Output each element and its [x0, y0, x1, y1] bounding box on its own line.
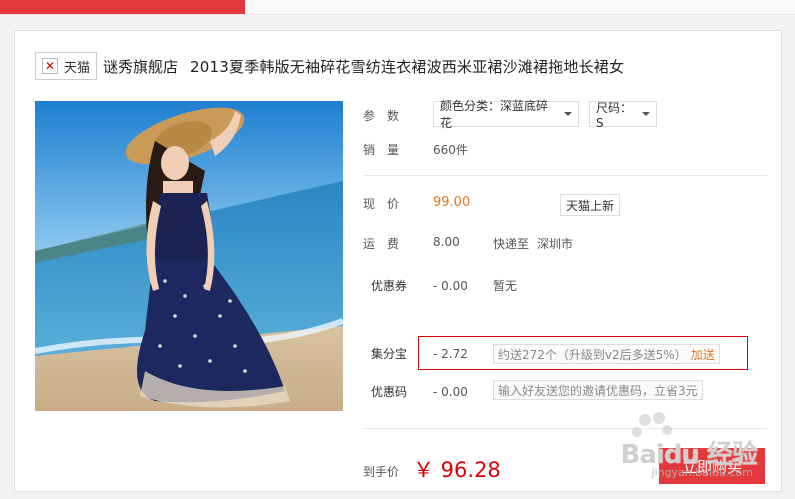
- points-note-box: 约送272个（升级到v2后多送5%） 加送: [493, 344, 720, 364]
- points-value: - 2.72: [433, 347, 468, 361]
- params-label: 参数: [363, 109, 412, 123]
- final-price-label: 到手价: [363, 465, 400, 479]
- divider: [363, 175, 767, 176]
- sales-label: 销量: [363, 143, 412, 157]
- chevron-down-icon: [564, 112, 572, 116]
- coupon-label: 优惠券: [371, 279, 408, 293]
- coupon-value: - 0.00: [433, 279, 468, 293]
- broken-image-icon: ✕: [42, 58, 58, 74]
- shipping-label: 运费: [363, 237, 412, 251]
- active-tab-indicator[interactable]: [0, 0, 245, 14]
- points-add-link[interactable]: 加送: [691, 346, 715, 363]
- shop-name[interactable]: 谜秀旗舰店: [103, 56, 178, 77]
- product-photo[interactable]: [35, 101, 343, 411]
- tmall-label: 天猫: [64, 60, 91, 76]
- color-select-value: 颜色分类：深蓝底碎花: [440, 99, 549, 130]
- coupon-note: 暂无: [493, 279, 518, 293]
- chevron-down-icon: [642, 112, 650, 116]
- color-select[interactable]: 颜色分类：深蓝底碎花: [433, 99, 579, 130]
- shipping-dest-value[interactable]: 深圳市: [537, 235, 573, 252]
- promo-code-value: - 0.00: [433, 385, 468, 399]
- size-select[interactable]: 尺码：S: [589, 100, 657, 130]
- sales-value: 660件: [433, 143, 468, 157]
- current-price: 99.00: [433, 195, 471, 210]
- promo-code-hint: 输入好友送您的邀请优惠码，立省3元: [498, 383, 698, 398]
- promo-code-label: 优惠码: [371, 385, 408, 399]
- promo-code-input[interactable]: 输入好友送您的邀请优惠码，立省3元: [493, 380, 703, 400]
- new-arrival-tag: 天猫上新: [560, 194, 621, 216]
- price-label: 现价: [363, 197, 412, 211]
- final-price: ￥ 96.28: [413, 458, 501, 482]
- points-note: 约送272个（升级到v2后多送5%）: [498, 347, 687, 362]
- size-select-value: 尺码：S: [596, 100, 633, 130]
- shipping-value: 8.00: [433, 235, 460, 249]
- points-label: 集分宝: [371, 347, 408, 361]
- product-title[interactable]: 2013夏季韩版无袖碎花雪纺连衣裙波西米亚裙沙滩裙拖地长裙女: [190, 56, 624, 77]
- product-header: ✕ 天猫 谜秀旗舰店 2013夏季韩版无袖碎花雪纺连衣裙波西米亚裙沙滩裙拖地长裙…: [35, 51, 624, 81]
- shipping-dest-label: 快递至: [493, 237, 530, 251]
- watermark-url: jingyan.baidu.com: [651, 466, 753, 479]
- tmall-badge[interactable]: ✕ 天猫: [35, 52, 98, 80]
